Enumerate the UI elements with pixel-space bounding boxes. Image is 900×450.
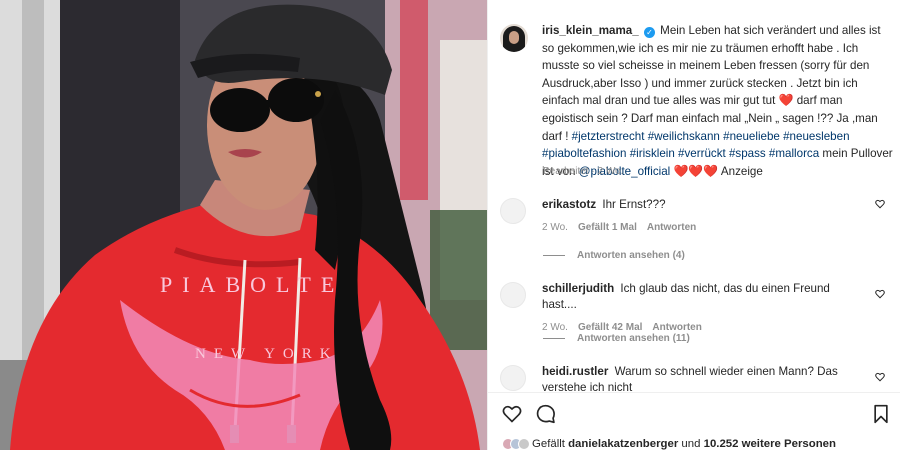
- comment-item: erikastotz Ihr Ernst??? 2 Wo. Gefällt 1 …: [500, 197, 895, 233]
- post-photo[interactable]: PIABOLTE NEW YORK: [0, 0, 487, 450]
- view-replies-label: Antworten ansehen (11): [577, 333, 690, 344]
- bookmark-icon[interactable]: [871, 404, 891, 424]
- likes-connector: und: [681, 438, 701, 450]
- heart-emoji-icon: ❤️: [673, 163, 689, 178]
- likes-others[interactable]: 10.252 weitere Personen: [704, 438, 836, 450]
- commenter-avatar[interactable]: [500, 198, 526, 224]
- heart-emoji-icon: ❤️: [703, 163, 719, 178]
- hashtag-link[interactable]: #jetzterstrecht: [572, 130, 645, 143]
- commenter-avatar[interactable]: [500, 365, 526, 391]
- commenter-username[interactable]: schillerjudith: [542, 282, 614, 295]
- hoodie-brand-text: PIABOLTE: [160, 272, 344, 297]
- hashtag-link[interactable]: #irisklein: [630, 147, 675, 160]
- likes-summary[interactable]: Gefällt danielakatzenberger und 10.252 w…: [502, 438, 836, 450]
- view-replies-button[interactable]: Antworten ansehen (4): [543, 250, 685, 261]
- comment-item: heidi.rustler Warum so schnell wieder ei…: [500, 364, 895, 392]
- comment-heart-icon[interactable]: [875, 289, 885, 299]
- post-meta: Bearbeitet · 2 Wo.: [543, 166, 624, 177]
- verified-check-icon: ✓: [643, 27, 655, 38]
- post-details-panel: iris_klein_mama_ ✓ Mein Leben hat sich v…: [487, 0, 900, 450]
- post-caption: iris_klein_mama_ ✓ Mein Leben hat sich v…: [500, 22, 895, 180]
- comment-item: schillerjudith Ich glaub das nicht, das …: [500, 281, 895, 333]
- caption-part-4: Anzeige: [720, 164, 763, 178]
- comment-text: Ihr Ernst???: [602, 198, 666, 211]
- likes-user[interactable]: danielakatzenberger: [568, 438, 678, 450]
- likes-prefix: Gefällt: [532, 438, 565, 450]
- caption-text: iris_klein_mama_ ✓ Mein Leben hat sich v…: [542, 22, 895, 180]
- liker-avatars: [502, 438, 530, 450]
- hoodie-brand-subtext: NEW YORK: [195, 346, 339, 362]
- comment-likes[interactable]: Gefällt 42 Mal: [578, 322, 642, 333]
- photo-illustration: PIABOLTE NEW YORK: [0, 0, 487, 450]
- reply-button[interactable]: Antworten: [652, 322, 701, 333]
- heart-emoji-icon: ❤️: [778, 93, 794, 108]
- hashtag-link[interactable]: #verrückt: [678, 147, 726, 160]
- heart-outline-icon[interactable]: [502, 404, 522, 424]
- comment-heart-icon[interactable]: [875, 372, 885, 382]
- reply-button[interactable]: Antworten: [647, 222, 696, 233]
- hashtag-link[interactable]: #mallorca: [769, 147, 819, 160]
- hashtag-link[interactable]: #weilichskann: [648, 130, 720, 143]
- hashtag-link[interactable]: #neueliebe: [723, 130, 780, 143]
- comment-heart-icon[interactable]: [875, 199, 885, 209]
- commenter-username[interactable]: heidi.rustler: [542, 365, 608, 378]
- commenter-username[interactable]: erikastotz: [542, 198, 596, 211]
- heart-emoji-icon: ❤️: [688, 163, 704, 178]
- hashtag-link[interactable]: #spass: [729, 147, 766, 160]
- comment-likes[interactable]: Gefällt 1 Mal: [578, 222, 637, 233]
- hashtag-link[interactable]: #neuesleben: [783, 130, 849, 143]
- instagram-post-view: PIABOLTE NEW YORK iris_klein_mama_ ✓ Mei…: [0, 0, 900, 450]
- author-avatar[interactable]: [500, 24, 528, 52]
- comment-age: 2 Wo.: [542, 322, 568, 333]
- commenter-avatar[interactable]: [500, 282, 526, 308]
- author-username[interactable]: iris_klein_mama_: [542, 24, 639, 37]
- view-replies-button[interactable]: Antworten ansehen (11): [543, 333, 690, 344]
- hashtag-link[interactable]: #piaboltefashion: [542, 147, 626, 160]
- post-action-bar: [488, 392, 900, 432]
- comment-bubble-icon[interactable]: [536, 404, 556, 424]
- comment-age: 2 Wo.: [542, 222, 568, 233]
- view-replies-label: Antworten ansehen (4): [577, 250, 685, 261]
